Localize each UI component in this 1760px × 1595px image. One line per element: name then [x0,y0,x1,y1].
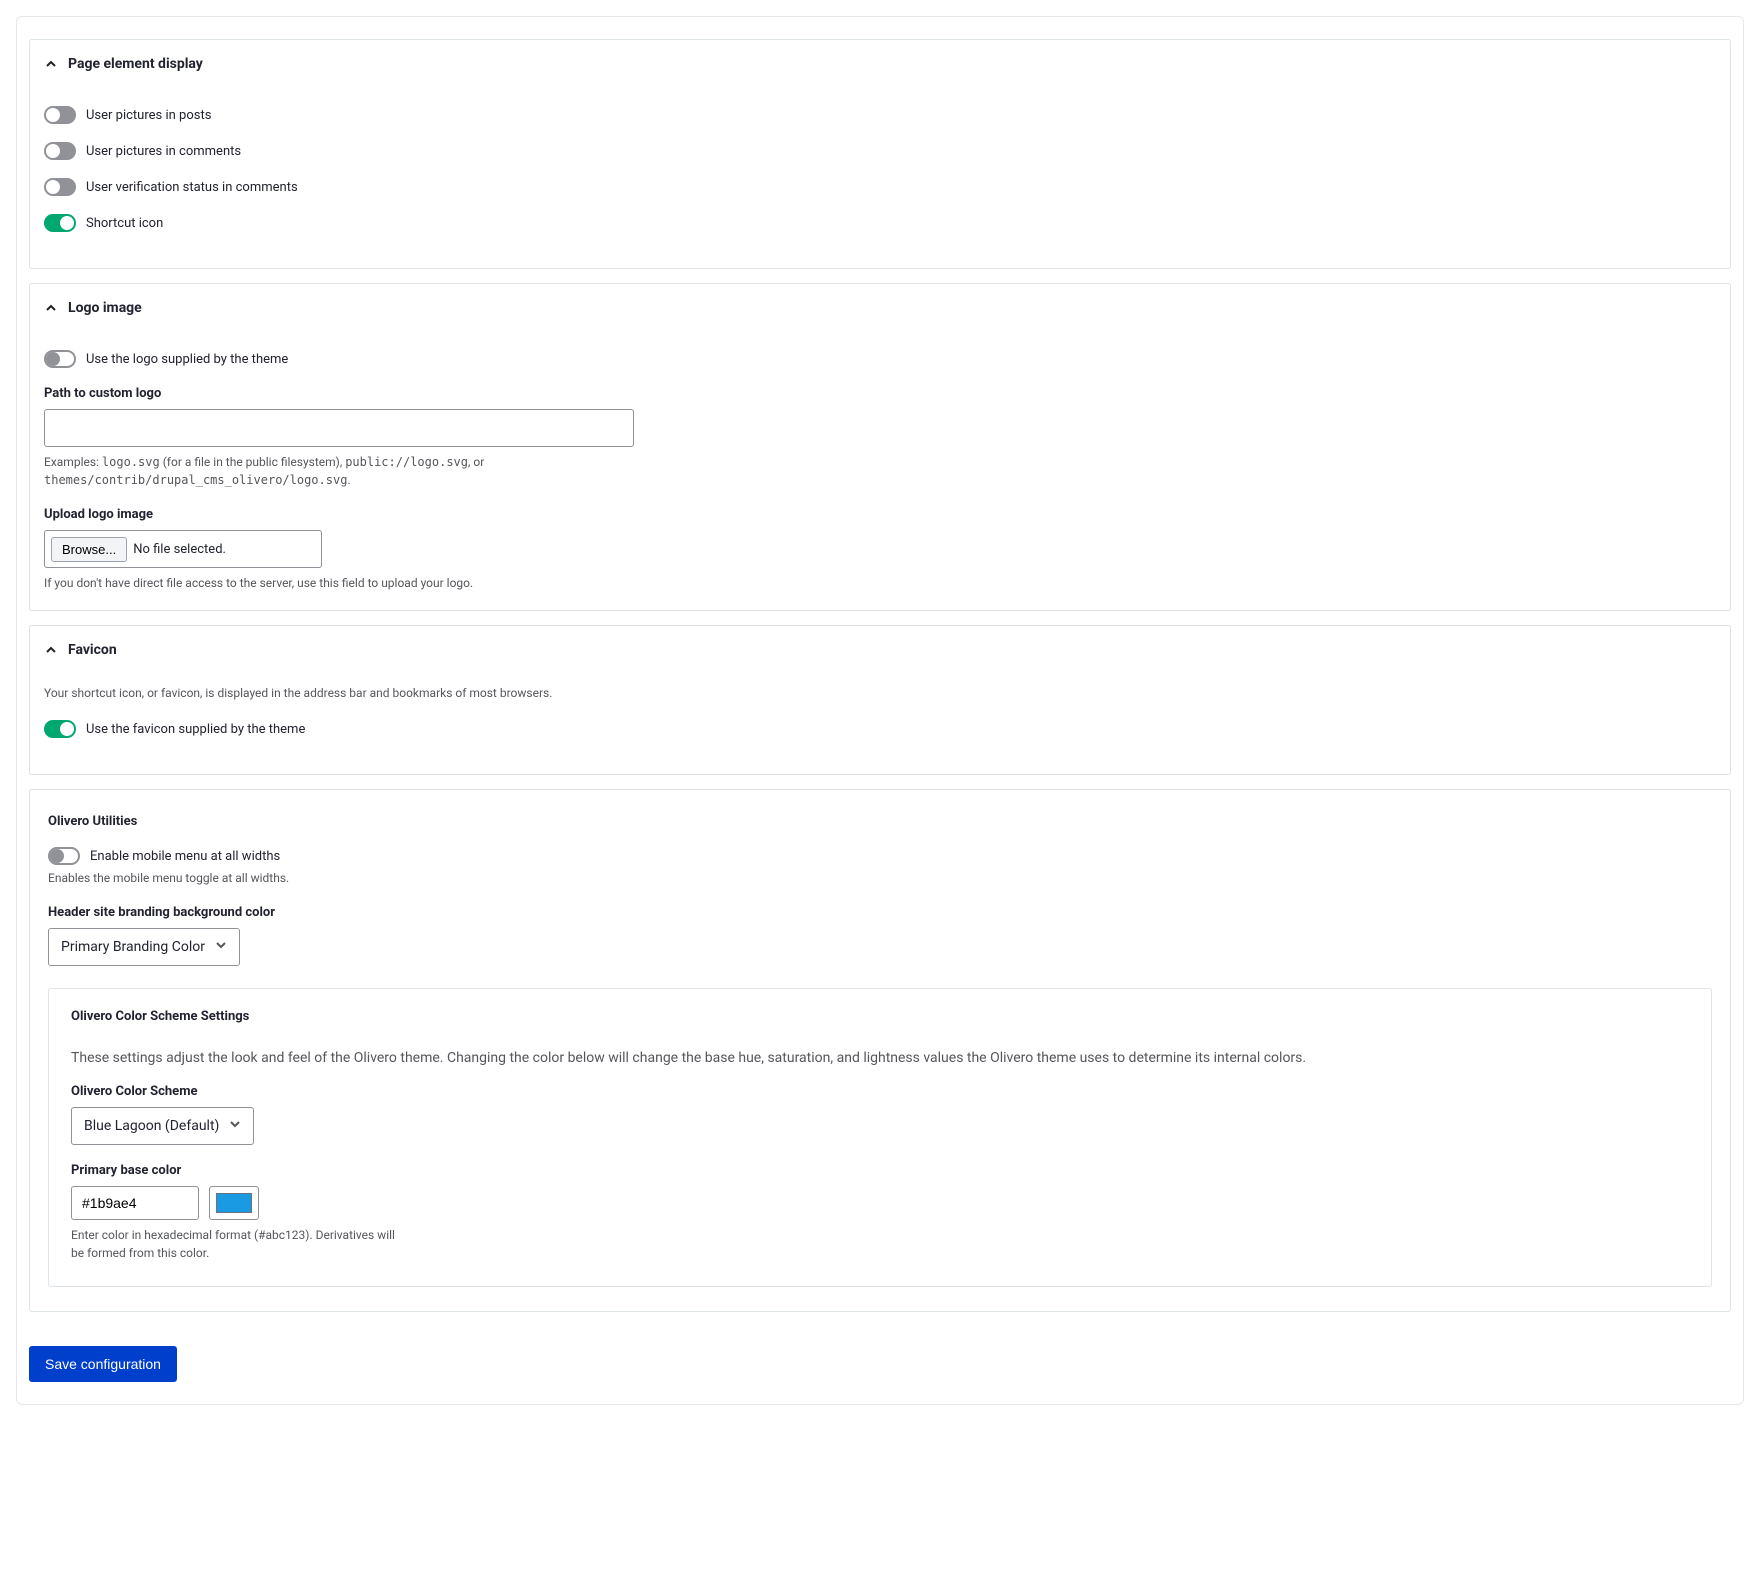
olivero-utilities-title: Olivero Utilities [48,800,1712,829]
select-value: Blue Lagoon (Default) [84,1118,219,1134]
toggle-label: Use the favicon supplied by the theme [86,722,305,737]
toggle-mobile-menu[interactable] [48,847,80,865]
upload-logo-label: Upload logo image [44,507,1716,522]
chevron-up-icon [44,643,58,657]
primary-base-color-description: Enter color in hexadecimal format (#abc1… [71,1226,411,1262]
path-description: Examples: logo.svg (for a file in the pu… [44,453,664,489]
section-logo-image: Logo image Use the logo supplied by the … [29,283,1731,611]
primary-base-color-label: Primary base color [71,1163,1689,1178]
section-favicon: Favicon Your shortcut icon, or favicon, … [29,625,1731,775]
path-to-custom-logo-input[interactable] [44,409,634,447]
mobile-menu-description: Enables the mobile menu toggle at all wi… [48,869,668,887]
color-scheme-description: These settings adjust the look and feel … [71,1050,1689,1066]
toggle-row-user-pictures-comments: User pictures in comments [44,142,1716,160]
primary-base-color-picker[interactable] [209,1186,259,1220]
color-scheme-panel: Olivero Color Scheme Settings These sett… [48,988,1712,1287]
toggle-label: Shortcut icon [86,216,163,231]
toggle-label: User verification status in comments [86,180,298,195]
primary-base-color-input[interactable] [71,1186,199,1220]
color-scheme-label: Olivero Color Scheme [71,1084,1689,1099]
browse-button[interactable]: Browse... [51,537,127,562]
chevron-down-icon [215,939,227,955]
chevron-down-icon [229,1118,241,1134]
section-title: Page element display [68,56,203,72]
toggle-row-user-verification: User verification status in comments [44,178,1716,196]
toggle-use-theme-logo[interactable] [44,350,76,368]
section-olivero-utilities: Olivero Utilities Enable mobile menu at … [29,789,1731,1312]
section-title: Favicon [68,642,117,658]
toggle-label: Use the logo supplied by the theme [86,352,288,367]
path-to-custom-logo-label: Path to custom logo [44,386,1716,401]
color-scheme-title: Olivero Color Scheme Settings [71,1009,1689,1024]
color-scheme-select[interactable]: Blue Lagoon (Default) [71,1107,254,1145]
save-configuration-button[interactable]: Save configuration [29,1346,177,1382]
section-page-element-display: Page element display User pictures in po… [29,39,1731,269]
toggle-row-use-theme-favicon: Use the favicon supplied by the theme [44,720,1716,738]
toggle-label: Enable mobile menu at all widths [90,849,280,864]
file-status: No file selected. [133,542,226,557]
favicon-description: Your shortcut icon, or favicon, is displ… [44,684,664,702]
color-swatch [216,1193,252,1213]
toggle-row-use-theme-logo: Use the logo supplied by the theme [44,350,1716,368]
section-title: Logo image [68,300,142,316]
toggle-label: User pictures in posts [86,108,211,123]
chevron-up-icon [44,57,58,71]
toggle-user-verification[interactable] [44,178,76,196]
upload-logo-file[interactable]: Browse... No file selected. [44,530,322,568]
branding-color-label: Header site branding background color [48,905,1712,920]
select-value: Primary Branding Color [61,939,205,955]
summary-page-element-display[interactable]: Page element display [30,40,1730,88]
toggle-user-pictures-posts[interactable] [44,106,76,124]
toggle-label: User pictures in comments [86,144,241,159]
toggle-user-pictures-comments[interactable] [44,142,76,160]
summary-logo-image[interactable]: Logo image [30,284,1730,332]
toggle-row-shortcut-icon: Shortcut icon [44,214,1716,232]
toggle-use-theme-favicon[interactable] [44,720,76,738]
summary-favicon[interactable]: Favicon [30,626,1730,674]
toggle-row-user-pictures-posts: User pictures in posts [44,106,1716,124]
branding-color-select[interactable]: Primary Branding Color [48,928,240,966]
chevron-up-icon [44,301,58,315]
toggle-row-mobile-menu: Enable mobile menu at all widths [48,847,1712,865]
upload-description: If you don't have direct file access to … [44,574,664,592]
toggle-shortcut-icon[interactable] [44,214,76,232]
